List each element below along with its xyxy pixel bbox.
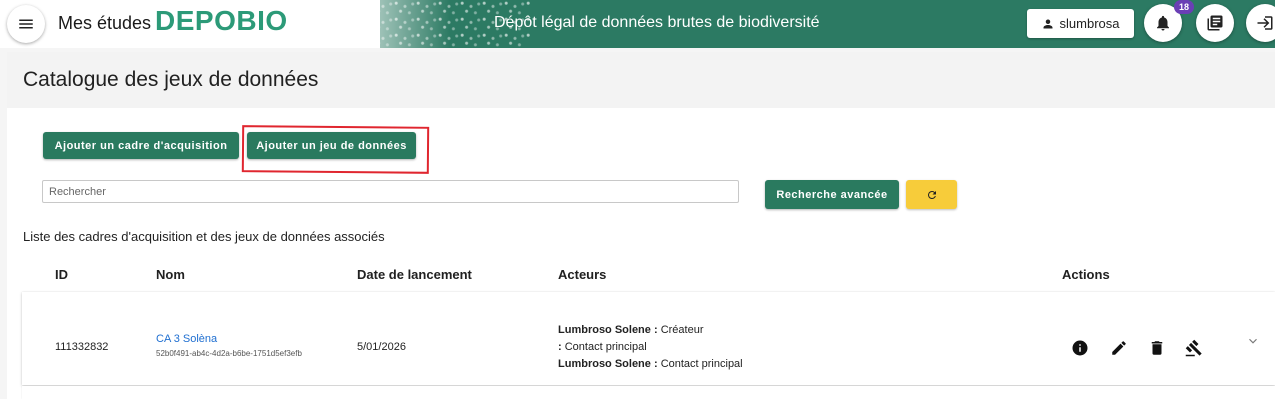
add-acquisition-framework-button[interactable]: Ajouter un cadre d'acquisition bbox=[43, 132, 239, 159]
menu-button[interactable] bbox=[7, 5, 45, 43]
actor-line: : Contact principal bbox=[558, 339, 743, 356]
search-input[interactable] bbox=[42, 180, 739, 203]
refresh-icon bbox=[927, 190, 936, 199]
header-title: Dépôt légal de données brutes de biodive… bbox=[494, 14, 820, 31]
next-row-edge bbox=[22, 386, 1275, 399]
refresh-button[interactable] bbox=[906, 180, 957, 209]
highlight-annotation bbox=[241, 125, 430, 174]
actor-line: Lumbroso Solene : Créateur bbox=[558, 322, 743, 339]
actor-name: Lumbroso Solene bbox=[558, 358, 651, 370]
catalog-button[interactable] bbox=[1196, 4, 1234, 42]
list-caption: Liste des cadres d'acquisition et des je… bbox=[23, 229, 385, 244]
actor-name: Lumbroso Solene bbox=[558, 324, 651, 336]
actor-separator: : bbox=[650, 358, 661, 370]
advanced-search-button[interactable]: Recherche avancée bbox=[765, 180, 899, 209]
page-title: Catalogue des jeux de données bbox=[23, 68, 319, 91]
row-name-link[interactable]: CA 3 Solèna bbox=[156, 333, 302, 345]
column-header-date[interactable]: Date de lancement bbox=[357, 267, 472, 282]
column-header-actions: Actions bbox=[1062, 267, 1110, 282]
actor-role: Créateur bbox=[660, 324, 704, 336]
library-books-icon bbox=[1207, 15, 1223, 31]
user-menu-button[interactable]: slumbrosa bbox=[1027, 9, 1134, 38]
actor-line: Lumbroso Solene : Contact principal bbox=[558, 356, 743, 373]
header-fade bbox=[330, 0, 450, 48]
edit-button[interactable] bbox=[1109, 338, 1129, 358]
app-label[interactable]: Mes études bbox=[58, 13, 151, 34]
actor-role: Contact principal bbox=[564, 341, 647, 353]
row-name-cell: CA 3 Solèna 52b0f491-ab4c-4d2a-b6be-1751… bbox=[156, 333, 302, 358]
depobio-logo[interactable]: DEPOBIO bbox=[155, 5, 288, 37]
actor-separator: : bbox=[558, 341, 565, 353]
delete-icon bbox=[1151, 341, 1163, 355]
column-header-actors[interactable]: Acteurs bbox=[558, 267, 606, 282]
delete-button[interactable] bbox=[1147, 338, 1167, 358]
edit-icon bbox=[1112, 341, 1126, 355]
menu-icon bbox=[19, 19, 33, 29]
column-header-id[interactable]: ID bbox=[55, 267, 68, 282]
chevron-down-icon[interactable] bbox=[1246, 334, 1260, 348]
row-uuid: 52b0f491-ab4c-4d2a-b6be-1751d5ef3efb bbox=[156, 349, 302, 358]
info-button[interactable] bbox=[1070, 338, 1090, 358]
gavel-button[interactable] bbox=[1184, 338, 1204, 358]
logout-icon bbox=[1257, 16, 1273, 30]
gavel-icon bbox=[1185, 339, 1202, 357]
column-header-name[interactable]: Nom bbox=[156, 267, 185, 282]
row-date: 5/01/2026 bbox=[357, 341, 406, 353]
row-actors: Lumbroso Solene : Créateur : Contact pri… bbox=[558, 322, 743, 373]
actor-role: Contact principal bbox=[660, 358, 743, 370]
notification-badge: 18 bbox=[1174, 0, 1194, 14]
user-name: slumbrosa bbox=[1059, 16, 1120, 31]
actor-separator: : bbox=[650, 324, 661, 336]
row-id: 111332832 bbox=[55, 341, 109, 353]
person-icon bbox=[1043, 19, 1053, 28]
bell-icon bbox=[1157, 15, 1169, 31]
info-icon bbox=[1072, 340, 1088, 356]
